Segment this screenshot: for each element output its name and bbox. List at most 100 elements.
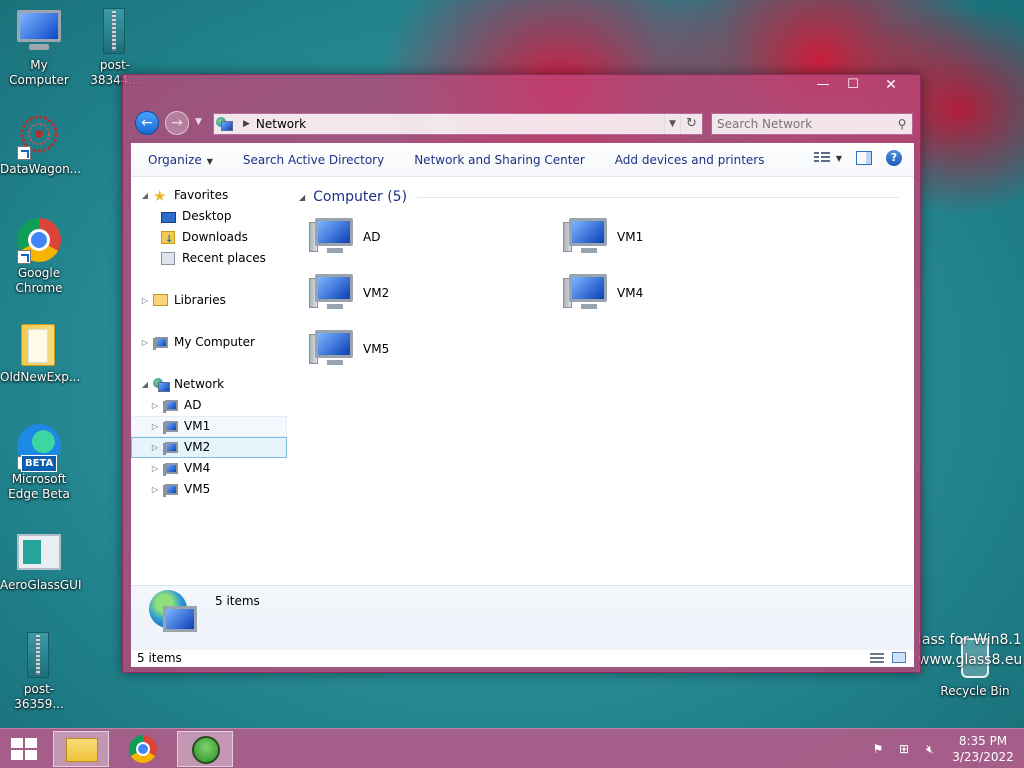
status-bar: 5 items [131,649,914,667]
help-icon[interactable]: ? [886,150,902,166]
edge-beta-icon: BETA [15,422,63,472]
tree-label: Network [174,377,225,391]
desktop-icon-datawagon[interactable]: DataWagon... [0,112,82,177]
tree-label: VM5 [184,482,211,496]
expanded-arrow-icon[interactable]: ◢ [139,374,151,395]
item-name: AD [363,230,381,244]
desktop-icon-oldnewexp[interactable]: OldNewExp... [0,320,80,385]
tree-item-network-vm2[interactable]: ▷ VM2 [131,437,287,458]
tree-item-downloads[interactable]: Downloads [159,227,248,250]
computer-icon [563,272,611,314]
recent-locations-dropdown[interactable]: ▼ [195,117,202,127]
network-computer-vm5[interactable]: VM5 [309,327,489,371]
forward-button[interactable]: → [165,111,189,135]
taskbar-google-chrome[interactable] [115,731,171,767]
network-status-icon[interactable]: ⊞ [896,741,912,757]
search-input[interactable] [712,117,892,131]
desktop-icon-aeroglassgui[interactable]: AeroGlassGUI [0,528,82,593]
collapsed-arrow-icon[interactable]: ▷ [149,479,161,500]
shortcut-arrow-icon [17,146,31,160]
start-button[interactable] [8,737,38,761]
expanded-arrow-icon[interactable]: ◢ [139,185,151,206]
organize-button[interactable]: Organize ▼ [131,153,228,167]
preview-pane-icon[interactable] [856,151,872,165]
clock[interactable]: 8:35 PM 3/23/2022 [948,733,1018,765]
collapsed-arrow-icon[interactable]: ▷ [149,416,161,437]
computer-icon [163,399,179,413]
desktop-icon-my-computer[interactable]: My Computer [0,8,78,88]
computer-icon [15,8,63,56]
collapsed-arrow-icon[interactable]: ▷ [139,332,151,353]
computer-icon [163,483,179,497]
command-bar: Organize ▼ Search Active Directory Networ… [131,143,914,177]
collapsed-arrow-icon[interactable]: ▷ [149,395,161,416]
network-sharing-center-button[interactable]: Network and Sharing Center [399,153,600,167]
refresh-button[interactable]: ↻ [680,114,702,134]
desktop-icon-label: post-36359... [14,682,64,711]
windows-logo-icon [11,738,23,748]
breadcrumb-chevron-icon[interactable]: ▶ [243,119,250,129]
desktop-icon-edge-beta[interactable]: BETA Microsoft Edge Beta [0,422,78,502]
details-view-icon[interactable] [870,653,884,663]
volume-muted-icon[interactable]: 🔇︎ [922,741,938,757]
desktop-icon-label: DataWagon... [0,162,82,176]
taskbar-file-explorer[interactable] [53,731,109,767]
beta-badge: BETA [21,455,58,472]
desktop-icon-google-chrome[interactable]: Google Chrome [0,216,78,296]
details-item-count: 5 items [215,594,260,608]
computer-icon [563,216,611,258]
tree-item-favorites[interactable]: ◢ ★ Favorites [139,185,228,206]
desktop-icon-label: AeroGlassGUI [0,578,82,592]
maximize-button[interactable]: ☐ [838,75,868,97]
desktop-icon-post-36359[interactable]: post-36359... [0,632,78,712]
tree-item-my-computer[interactable]: ▷ My Computer [139,332,255,353]
tree-label: Favorites [174,188,229,202]
taskbar-frog-app[interactable] [177,731,233,767]
computer-icon [309,216,357,258]
tree-item-network-ad[interactable]: ▷ AD [149,395,201,416]
tree-item-network-vm4[interactable]: ▷ VM4 [149,458,210,479]
explorer-window[interactable]: — ☐ ✕ ← → ▼ ▶ Network ▼ ↻ ⚲ Organize ▼ Se… [122,74,921,673]
add-devices-printers-button[interactable]: Add devices and printers [600,153,780,167]
tree-label: Libraries [174,293,226,307]
tree-label: Recent places [182,251,266,265]
address-bar[interactable]: ▶ Network ▼ ↻ [213,113,703,135]
network-computer-vm4[interactable]: VM4 [563,271,743,315]
collapsed-arrow-icon[interactable]: ▷ [149,458,161,479]
tree-item-recent-places[interactable]: Recent places [159,248,266,269]
tree-item-libraries[interactable]: ▷ Libraries [139,290,226,311]
address-location[interactable]: Network [256,117,664,131]
network-computer-vm2[interactable]: VM2 [309,271,489,315]
tree-label: VM2 [184,440,211,454]
collapsed-arrow-icon[interactable]: ▷ [139,290,151,311]
change-view-icon[interactable] [813,151,830,165]
network-computer-ad[interactable]: AD [309,215,489,259]
frog-app-icon [192,736,220,764]
network-computer-vm1[interactable]: VM1 [563,215,743,259]
network-globe-icon [149,590,197,642]
group-title: Computer (5) [313,189,408,205]
tree-item-network-vm5[interactable]: ▷ VM5 [149,479,210,500]
back-button[interactable]: ← [135,111,159,135]
minimize-button[interactable]: — [808,75,838,97]
action-center-flag-icon[interactable]: ⚑ [870,741,886,757]
computer-icon [309,328,357,370]
close-button[interactable]: ✕ [868,75,914,97]
collapsed-arrow-icon[interactable]: ▷ [149,437,161,458]
address-history-dropdown[interactable]: ▼ [664,114,680,134]
collapse-group-icon[interactable]: ◢ [299,193,305,202]
file-list-pane: ◢ Computer (5) AD VM1 VM2 VM4 VM5 [291,177,914,585]
shortcut-arrow-icon [17,250,31,264]
tree-item-network[interactable]: ◢ Network [139,374,224,395]
tree-item-desktop[interactable]: Desktop [159,206,232,227]
view-options-dropdown[interactable]: ▼ [836,154,842,163]
computer-icon [153,336,169,350]
details-pane: 5 items [131,585,914,649]
search-active-directory-button[interactable]: Search Active Directory [228,153,399,167]
tree-item-network-vm1[interactable]: ▷ VM1 [131,416,287,437]
group-header-computer[interactable]: ◢ Computer (5) [299,189,899,205]
search-icon[interactable]: ⚲ [892,117,912,131]
clock-date: 3/23/2022 [952,750,1014,764]
large-icons-view-icon[interactable] [892,652,906,663]
search-box[interactable]: ⚲ [711,113,913,135]
